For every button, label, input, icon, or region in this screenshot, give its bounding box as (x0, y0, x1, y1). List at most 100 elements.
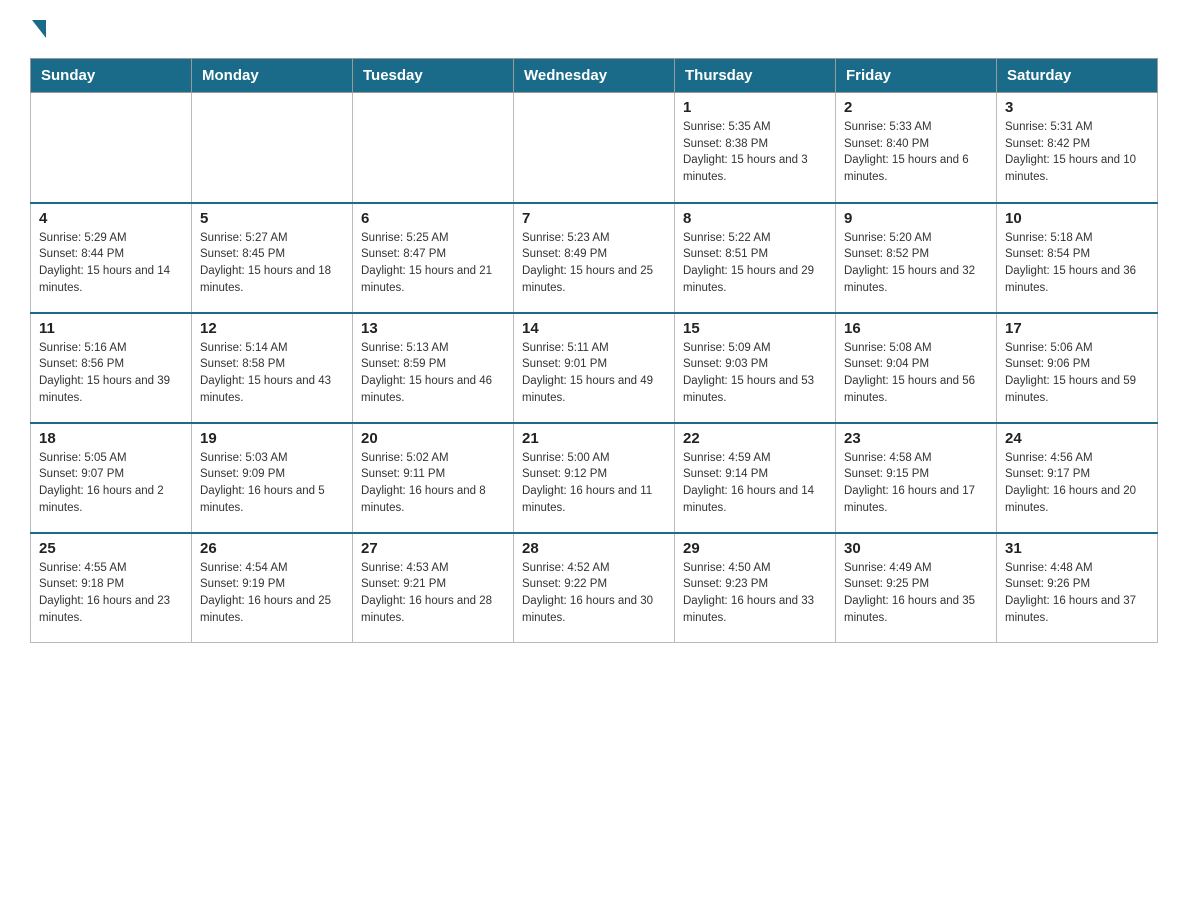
calendar-cell: 1 Sunrise: 5:35 AMSunset: 8:38 PMDaylight… (675, 93, 836, 203)
cell-day-number: 27 (361, 540, 505, 557)
calendar-cell: 19 Sunrise: 5:03 AMSunset: 9:09 PMDayligh… (192, 423, 353, 533)
cell-day-number: 17 (1005, 320, 1149, 337)
calendar-cell: 16Sunrise: 5:08 AMSunset: 9:04 PMDayligh… (836, 313, 997, 423)
cell-info: Sunrise: 4:58 AMSunset: 9:15 PMDaylight:… (844, 450, 988, 517)
cell-info: Sunrise: 5:20 AMSunset: 8:52 PMDaylight:… (844, 230, 988, 297)
cell-info: Sunrise: 5:25 AMSunset: 8:47 PMDaylight:… (361, 230, 505, 297)
calendar-cell (31, 93, 192, 203)
calendar-cell: 29Sunrise: 4:50 AMSunset: 9:23 PMDayligh… (675, 533, 836, 643)
calendar-cell: 12 Sunrise: 5:14 AMSunset: 8:58 PMDayligh… (192, 313, 353, 423)
calendar-cell (514, 93, 675, 203)
calendar-cell: 22 Sunrise: 4:59 AMSunset: 9:14 PMDayligh… (675, 423, 836, 533)
cell-info: Sunrise: 5:29 AMSunset: 8:44 PMDaylight:… (39, 230, 183, 297)
cell-day-number: 22 (683, 430, 827, 447)
calendar-cell: 23 Sunrise: 4:58 AMSunset: 9:15 PMDayligh… (836, 423, 997, 533)
cell-info: Sunrise: 5:09 AMSunset: 9:03 PMDaylight:… (683, 340, 827, 407)
cell-info: Sunrise: 5:13 AMSunset: 8:59 PMDaylight:… (361, 340, 505, 407)
calendar-cell: 26 Sunrise: 4:54 AMSunset: 9:19 PMDayligh… (192, 533, 353, 643)
col-tuesday: Tuesday (353, 59, 514, 93)
cell-day-number: 12 (200, 320, 344, 337)
cell-info: Sunrise: 5:23 AMSunset: 8:49 PMDaylight:… (522, 230, 666, 297)
cell-day-number: 13 (361, 320, 505, 337)
calendar-cell: 6 Sunrise: 5:25 AMSunset: 8:47 PMDaylight… (353, 203, 514, 313)
col-friday: Friday (836, 59, 997, 93)
cell-day-number: 26 (200, 540, 344, 557)
calendar-cell: 3 Sunrise: 5:31 AMSunset: 8:42 PMDaylight… (997, 93, 1158, 203)
col-wednesday: Wednesday (514, 59, 675, 93)
cell-info: Sunrise: 4:49 AMSunset: 9:25 PMDaylight:… (844, 560, 988, 627)
cell-info: Sunrise: 5:35 AMSunset: 8:38 PMDaylight:… (683, 119, 827, 186)
cell-info: Sunrise: 5:31 AMSunset: 8:42 PMDaylight:… (1005, 119, 1149, 186)
cell-info: Sunrise: 5:03 AMSunset: 9:09 PMDaylight:… (200, 450, 344, 517)
calendar-cell: 27Sunrise: 4:53 AMSunset: 9:21 PMDayligh… (353, 533, 514, 643)
cell-day-number: 3 (1005, 99, 1149, 116)
cell-info: Sunrise: 4:54 AMSunset: 9:19 PMDaylight:… (200, 560, 344, 627)
cell-day-number: 4 (39, 210, 183, 227)
calendar-cell: 28 Sunrise: 4:52 AMSunset: 9:22 PMDayligh… (514, 533, 675, 643)
cell-day-number: 20 (361, 430, 505, 447)
logo-arrow-icon (32, 20, 46, 38)
calendar-header-row: Sunday Monday Tuesday Wednesday Thursday… (31, 59, 1158, 93)
cell-day-number: 24 (1005, 430, 1149, 447)
cell-info: Sunrise: 5:14 AMSunset: 8:58 PMDaylight:… (200, 340, 344, 407)
cell-day-number: 7 (522, 210, 666, 227)
cell-info: Sunrise: 4:55 AMSunset: 9:18 PMDaylight:… (39, 560, 183, 627)
cell-info: Sunrise: 4:48 AMSunset: 9:26 PMDaylight:… (1005, 560, 1149, 627)
calendar-cell: 21 Sunrise: 5:00 AMSunset: 9:12 PMDayligh… (514, 423, 675, 533)
calendar-cell: 18Sunrise: 5:05 AMSunset: 9:07 PMDayligh… (31, 423, 192, 533)
calendar-cell: 14 Sunrise: 5:11 AMSunset: 9:01 PMDayligh… (514, 313, 675, 423)
cell-day-number: 29 (683, 540, 827, 557)
calendar-cell: 7 Sunrise: 5:23 AMSunset: 8:49 PMDaylight… (514, 203, 675, 313)
calendar-cell: 5 Sunrise: 5:27 AMSunset: 8:45 PMDaylight… (192, 203, 353, 313)
cell-day-number: 21 (522, 430, 666, 447)
calendar-week-row: 4 Sunrise: 5:29 AMSunset: 8:44 PMDaylight… (31, 203, 1158, 313)
calendar-cell: 15 Sunrise: 5:09 AMSunset: 9:03 PMDayligh… (675, 313, 836, 423)
calendar-cell: 30 Sunrise: 4:49 AMSunset: 9:25 PMDayligh… (836, 533, 997, 643)
cell-info: Sunrise: 4:59 AMSunset: 9:14 PMDaylight:… (683, 450, 827, 517)
calendar-table: Sunday Monday Tuesday Wednesday Thursday… (30, 58, 1158, 643)
cell-day-number: 28 (522, 540, 666, 557)
cell-day-number: 14 (522, 320, 666, 337)
calendar-cell: 31 Sunrise: 4:48 AMSunset: 9:26 PMDayligh… (997, 533, 1158, 643)
calendar-cell: 9Sunrise: 5:20 AMSunset: 8:52 PMDaylight… (836, 203, 997, 313)
calendar-cell: 25 Sunrise: 4:55 AMSunset: 9:18 PMDayligh… (31, 533, 192, 643)
col-saturday: Saturday (997, 59, 1158, 93)
calendar-cell: 24 Sunrise: 4:56 AMSunset: 9:17 PMDayligh… (997, 423, 1158, 533)
col-monday: Monday (192, 59, 353, 93)
cell-info: Sunrise: 4:52 AMSunset: 9:22 PMDaylight:… (522, 560, 666, 627)
cell-day-number: 25 (39, 540, 183, 557)
calendar-cell (192, 93, 353, 203)
cell-day-number: 23 (844, 430, 988, 447)
cell-info: Sunrise: 4:56 AMSunset: 9:17 PMDaylight:… (1005, 450, 1149, 517)
calendar-cell: 2 Sunrise: 5:33 AMSunset: 8:40 PMDaylight… (836, 93, 997, 203)
cell-day-number: 8 (683, 210, 827, 227)
cell-day-number: 5 (200, 210, 344, 227)
page-header (30, 20, 1158, 42)
cell-info: Sunrise: 5:22 AMSunset: 8:51 PMDaylight:… (683, 230, 827, 297)
cell-day-number: 31 (1005, 540, 1149, 557)
cell-info: Sunrise: 5:08 AMSunset: 9:04 PMDaylight:… (844, 340, 988, 407)
cell-info: Sunrise: 5:33 AMSunset: 8:40 PMDaylight:… (844, 119, 988, 186)
calendar-cell (353, 93, 514, 203)
cell-info: Sunrise: 5:05 AMSunset: 9:07 PMDaylight:… (39, 450, 183, 517)
calendar-cell: 11Sunrise: 5:16 AMSunset: 8:56 PMDayligh… (31, 313, 192, 423)
cell-info: Sunrise: 5:06 AMSunset: 9:06 PMDaylight:… (1005, 340, 1149, 407)
calendar-cell: 17 Sunrise: 5:06 AMSunset: 9:06 PMDayligh… (997, 313, 1158, 423)
cell-day-number: 19 (200, 430, 344, 447)
calendar-cell: 4 Sunrise: 5:29 AMSunset: 8:44 PMDaylight… (31, 203, 192, 313)
cell-day-number: 6 (361, 210, 505, 227)
cell-info: Sunrise: 5:11 AMSunset: 9:01 PMDaylight:… (522, 340, 666, 407)
col-sunday: Sunday (31, 59, 192, 93)
cell-info: Sunrise: 5:27 AMSunset: 8:45 PMDaylight:… (200, 230, 344, 297)
cell-day-number: 2 (844, 99, 988, 116)
cell-day-number: 10 (1005, 210, 1149, 227)
cell-info: Sunrise: 5:00 AMSunset: 9:12 PMDaylight:… (522, 450, 666, 517)
cell-day-number: 1 (683, 99, 827, 116)
logo (30, 20, 46, 42)
cell-day-number: 15 (683, 320, 827, 337)
calendar-week-row: 25 Sunrise: 4:55 AMSunset: 9:18 PMDayligh… (31, 533, 1158, 643)
cell-day-number: 30 (844, 540, 988, 557)
calendar-cell: 10Sunrise: 5:18 AMSunset: 8:54 PMDayligh… (997, 203, 1158, 313)
calendar-cell: 13 Sunrise: 5:13 AMSunset: 8:59 PMDayligh… (353, 313, 514, 423)
cell-day-number: 11 (39, 320, 183, 337)
